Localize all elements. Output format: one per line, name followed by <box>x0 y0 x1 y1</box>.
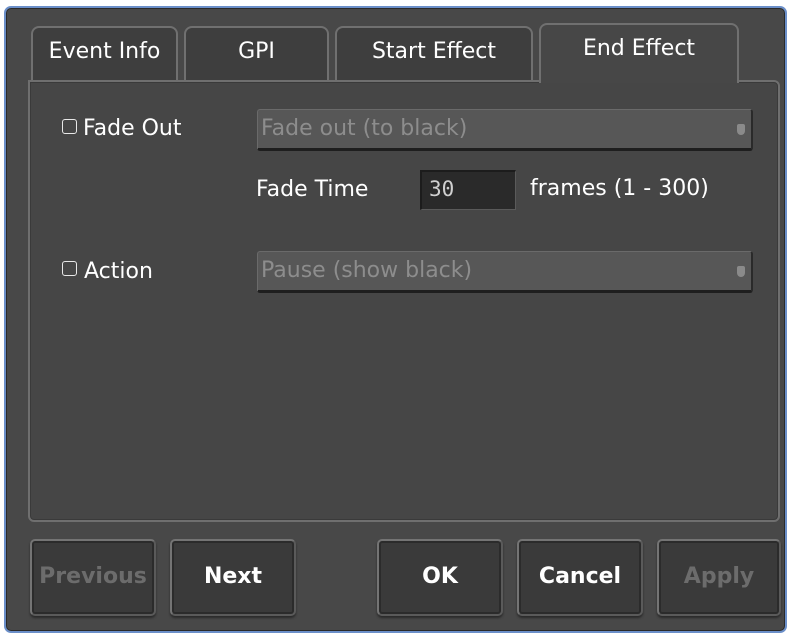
action-checkbox[interactable] <box>62 261 77 276</box>
action-type-dropdown[interactable]: Pause (show black) <box>257 251 753 293</box>
fade-out-checkbox[interactable] <box>62 119 77 134</box>
tab-end-effect[interactable]: End Effect <box>539 23 739 83</box>
ok-button[interactable]: OK <box>377 539 503 616</box>
fade-time-label: Fade Time <box>256 177 369 202</box>
dropdown-arrow-icon <box>737 124 745 135</box>
fade-out-label: Fade Out <box>83 116 182 141</box>
fade-out-type-value: Fade out (to black) <box>261 116 468 141</box>
cancel-button[interactable]: Cancel <box>517 539 643 616</box>
action-label: Action <box>84 259 153 284</box>
tab-start-effect[interactable]: Start Effect <box>335 26 533 80</box>
apply-button[interactable]: Apply <box>657 539 781 616</box>
next-button[interactable]: Next <box>170 539 296 616</box>
frames-range-hint: frames (1 - 300) <box>530 176 709 201</box>
dropdown-arrow-icon <box>737 266 745 277</box>
tab-gpi[interactable]: GPI <box>184 26 329 80</box>
previous-button[interactable]: Previous <box>30 539 156 616</box>
fade-time-input[interactable]: 30 <box>420 170 516 210</box>
fade-out-type-dropdown[interactable]: Fade out (to black) <box>257 109 753 151</box>
tab-event-info[interactable]: Event Info <box>31 26 178 80</box>
action-type-value: Pause (show black) <box>261 258 473 283</box>
